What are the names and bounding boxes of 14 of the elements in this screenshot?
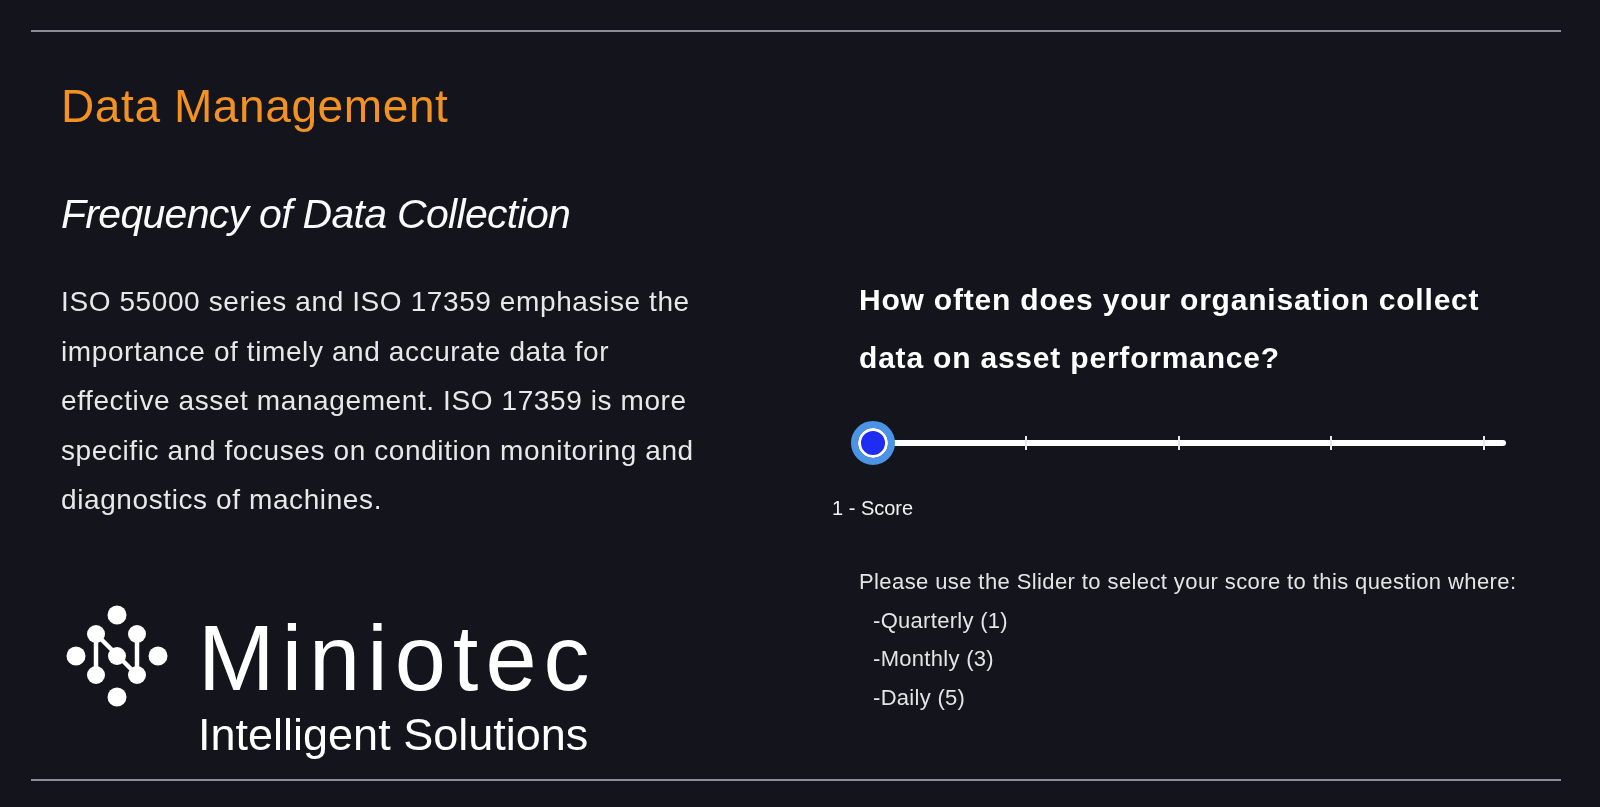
option-text: -Quarterly (1) [873, 606, 1009, 635]
score-slider-track[interactable] [851, 421, 1508, 465]
page-title: Data Management [61, 80, 450, 132]
section-subtitle: Frequency of Data Collection [61, 191, 572, 237]
score-label: 1 - Score [832, 496, 915, 520]
option-text: -Monthly (3) [873, 645, 995, 673]
slider-thumb[interactable] [851, 421, 895, 465]
instructions-text: Please use the Slider to select your score to this question where: [859, 568, 1518, 596]
brand-tagline: Intelligent Solutions [198, 709, 590, 760]
description-paragraph: ISO 55000 series and ISO 17359 emphasise the importance of timely and accurate data for effective asset management. ISO 17359 is more specific and focuses on condition monitoring and diagnostics of machines. [61, 285, 695, 517]
question-text: How often does your organisation collect data on asset performance? [859, 282, 1481, 376]
option-text: -Daily (5) [873, 683, 967, 712]
brand-name: Miniotec [198, 607, 597, 708]
dot-network-logo-icon [66, 604, 168, 707]
